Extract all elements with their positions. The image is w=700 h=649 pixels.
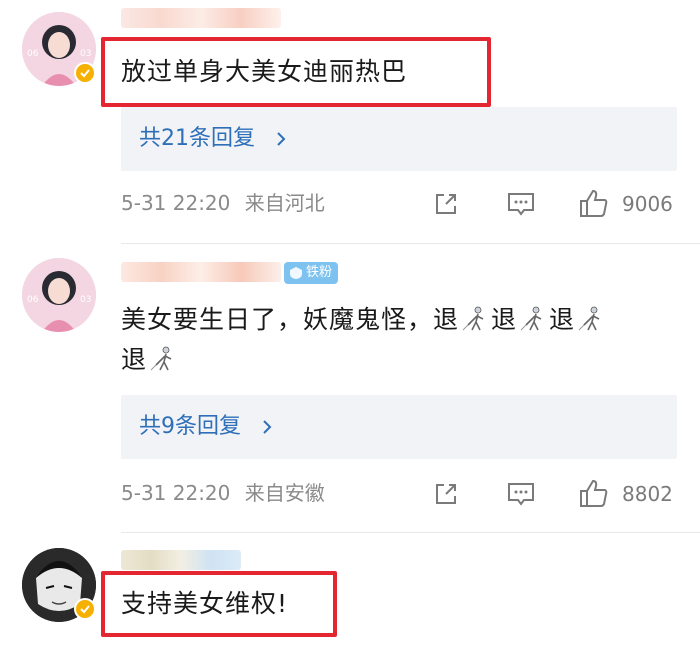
replies-label: 共9条回复: [139, 414, 241, 439]
fencer-emoji-icon: [149, 345, 177, 373]
comment-text-part: 退: [491, 305, 518, 334]
fencer-emoji-icon: [461, 305, 489, 333]
fencer-emoji-icon: [577, 305, 605, 333]
comment-text: 支持美女维权!: [121, 589, 289, 618]
fan-badge-icon: [289, 266, 303, 288]
user-avatar[interactable]: 06 03: [22, 258, 96, 332]
comment-text-part: 退: [549, 305, 576, 334]
comment-meta: 5-31 22:20 来自河北: [121, 188, 325, 218]
comment-icon[interactable]: [506, 190, 536, 222]
share-icon[interactable]: [432, 480, 460, 512]
view-replies-link[interactable]: 共21条回复: [121, 107, 677, 171]
share-icon[interactable]: [432, 190, 460, 222]
timestamp: 5-31 22:20: [121, 191, 231, 215]
username-blurred[interactable]: [121, 8, 281, 28]
location: 来自安徽: [244, 481, 325, 505]
view-replies-link[interactable]: 共9条回复: [121, 395, 677, 459]
like-count: 9006: [622, 192, 673, 216]
fencer-emoji-icon: [519, 305, 547, 333]
comment-3: 支持美女维权!: [0, 534, 700, 649]
chevron-right-icon: [276, 126, 286, 151]
svg-text:06: 06: [27, 49, 39, 59]
comment-text: 美女要生日了，妖魔鬼怪，退退退退: [121, 300, 676, 380]
username-blurred[interactable]: [121, 262, 281, 282]
verified-badge-icon: [74, 598, 96, 620]
comment-meta: 5-31 22:20 来自安徽: [121, 478, 325, 508]
replies-label: 共21条回复: [139, 126, 255, 151]
comment-1: 06 03 放过单身大美女迪丽热巴 共21条回复 5-31 22:20 来自河北…: [0, 0, 700, 244]
thumbs-up-icon[interactable]: [578, 477, 610, 513]
divider: [121, 532, 700, 533]
chevron-right-icon: [262, 414, 272, 439]
fan-badge-label: 铁粉: [306, 265, 333, 280]
comment-2: 06 03 铁粉 美女要生日了，妖魔鬼怪，退退退退 共9条回复 5-31 22:…: [0, 244, 700, 534]
comment-text: 放过单身大美女迪丽热巴: [121, 57, 408, 86]
svg-text:03: 03: [80, 295, 91, 305]
comment-icon[interactable]: [506, 480, 536, 512]
location: 来自河北: [244, 191, 325, 215]
username-blurred[interactable]: [121, 550, 241, 570]
fan-badge: 铁粉: [284, 262, 339, 284]
verified-badge-icon: [74, 62, 96, 84]
svg-text:06: 06: [27, 295, 39, 305]
thumbs-up-icon[interactable]: [578, 187, 610, 223]
comment-text-part: 退: [121, 345, 148, 374]
like-count: 8802: [622, 482, 673, 506]
comment-text-part: 美女要生日了，妖魔鬼怪，退: [121, 305, 460, 334]
svg-text:03: 03: [80, 49, 91, 59]
timestamp: 5-31 22:20: [121, 481, 231, 505]
